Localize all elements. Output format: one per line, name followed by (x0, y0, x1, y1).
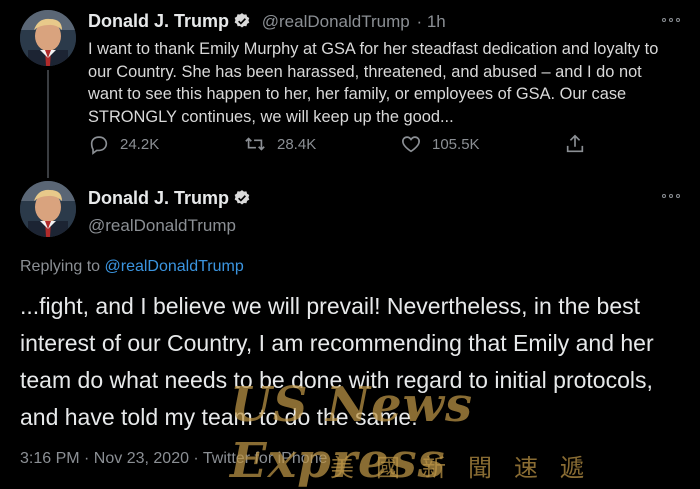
like-button[interactable]: 105.5K (400, 133, 480, 155)
like-icon (402, 136, 420, 153)
tweet2-header: Donald J. Trump @realDonaldTrump (88, 187, 251, 237)
more-icon[interactable] (660, 15, 682, 25)
retweet-button[interactable]: 28.4K (243, 133, 316, 155)
replying-to: Replying to @realDonaldTrump (20, 258, 244, 276)
share-button[interactable] (564, 133, 586, 155)
retweet-count: 28.4K (277, 135, 317, 153)
avatar-image (20, 181, 76, 237)
avatar[interactable] (20, 181, 76, 237)
tweet2-text: ...fight, and I believe we will prevail!… (20, 293, 654, 430)
verified-icon (233, 12, 251, 36)
share-icon (566, 134, 584, 153)
avatar-image (20, 10, 76, 66)
thread-line (47, 70, 49, 178)
tweet2-handle[interactable]: @realDonaldTrump (88, 215, 251, 237)
tweet1-header: Donald J. Trump @realDonaldTrump · 1h (88, 10, 446, 36)
verified-icon (233, 189, 251, 213)
tweet1-author-name[interactable]: Donald J. Trump (88, 11, 229, 31)
tweet2-timestamp[interactable]: 3:16 PM · Nov 23, 2020 · Twitter for iPh… (20, 450, 327, 468)
tweet2-author-name[interactable]: Donald J. Trump (88, 188, 229, 208)
more-icon[interactable] (660, 191, 682, 201)
tweet1-time[interactable]: · 1h (416, 12, 445, 31)
retweet-icon (245, 137, 265, 151)
tweet1-text: I want to thank Emily Murphy at GSA for … (88, 40, 659, 126)
replying-to-link[interactable]: @realDonaldTrump (105, 258, 244, 275)
like-count: 105.5K (432, 135, 480, 153)
reply-button[interactable]: 24.2K (88, 133, 159, 155)
reply-icon (90, 136, 108, 155)
avatar[interactable] (20, 10, 76, 66)
watermark-cn: 美國新聞速遞 (330, 455, 606, 482)
replying-to-prefix: Replying to (20, 258, 101, 275)
reply-count: 24.2K (120, 135, 160, 153)
tweet1-handle[interactable]: @realDonaldTrump (262, 12, 410, 31)
tweet1-actions: 24.2K 28.4K 105.5K (88, 133, 608, 159)
